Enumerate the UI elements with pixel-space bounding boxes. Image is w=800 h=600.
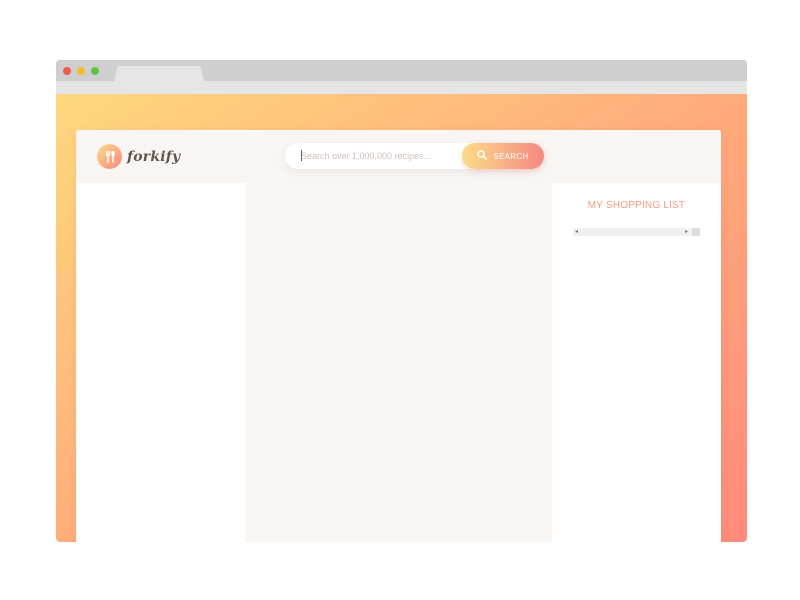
search-button-label: SEARCH	[493, 151, 529, 161]
browser-window: forkify SEARCH MY SHOPPING	[56, 60, 747, 542]
header: forkify SEARCH	[76, 130, 721, 183]
search-form: SEARCH	[285, 143, 544, 169]
shopping-list-title: MY SHOPPING LIST	[587, 200, 686, 211]
logo[interactable]: forkify	[97, 144, 180, 169]
maximize-window-button[interactable]	[91, 67, 99, 75]
scrollbar-corner	[692, 228, 700, 236]
app-container: forkify SEARCH MY SHOPPING	[76, 130, 721, 542]
search-icon	[477, 147, 488, 165]
scroll-left-arrow-icon[interactable]: ◂	[575, 229, 578, 235]
recipe-panel	[245, 183, 552, 542]
shopping-list-panel: MY SHOPPING LIST ◂ ▸	[552, 183, 721, 542]
scroll-right-arrow-icon[interactable]: ▸	[685, 229, 688, 235]
horizontal-scrollbar[interactable]: ◂ ▸	[573, 228, 700, 236]
browser-tab[interactable]	[114, 66, 204, 81]
browser-toolbar	[56, 81, 747, 94]
close-window-button[interactable]	[63, 67, 71, 75]
search-results-panel	[76, 183, 245, 542]
search-button[interactable]: SEARCH	[462, 143, 544, 169]
search-input[interactable]	[301, 147, 461, 165]
minimize-window-button[interactable]	[77, 67, 85, 75]
fork-spoon-icon	[97, 144, 122, 169]
logo-text: forkify	[127, 148, 181, 165]
browser-chrome	[56, 60, 747, 94]
